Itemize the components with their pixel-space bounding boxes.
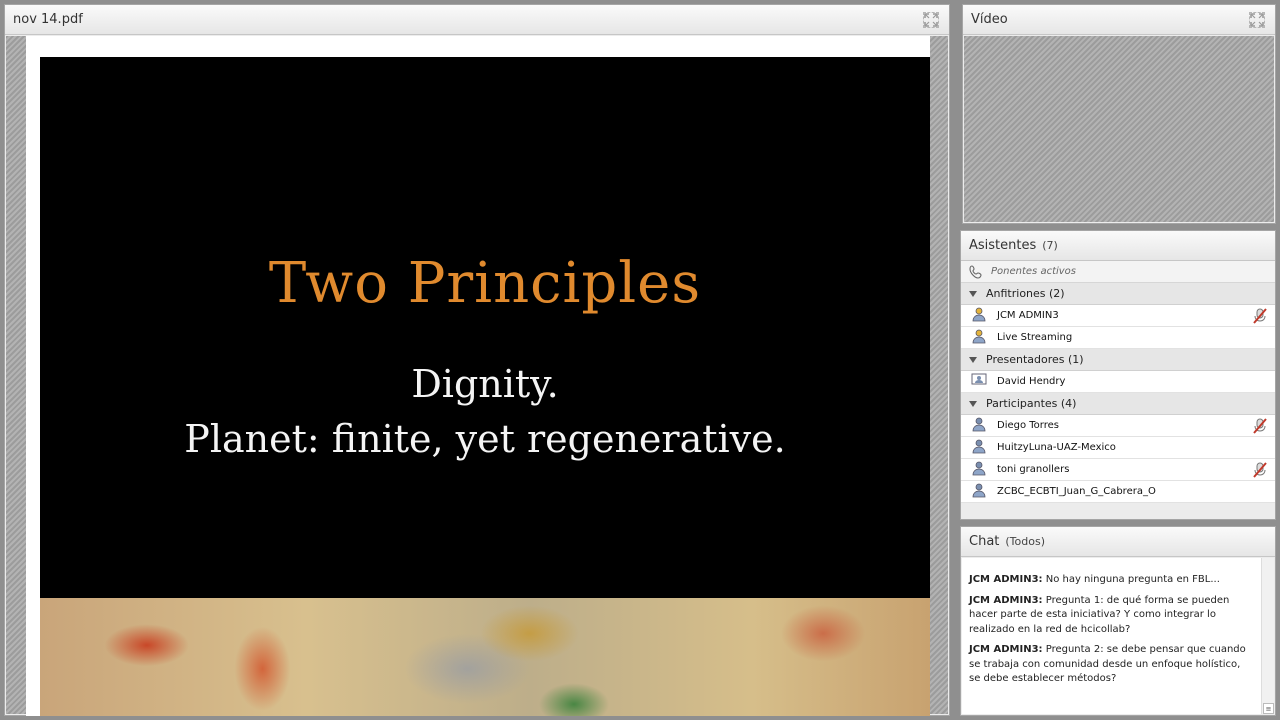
document-viewer[interactable]: Two Principles Dignity. Planet: finite, … (6, 36, 948, 716)
attendee-row[interactable]: HuitzyLuna-UAZ-Mexico (961, 437, 1275, 459)
video-area (964, 36, 1274, 222)
chat-scroll-button[interactable]: ≡ (1263, 703, 1274, 714)
attendee-name: HuitzyLuna-UAZ-Mexico (997, 442, 1116, 453)
chat-pod-header: Chat (Todos) (961, 527, 1275, 557)
chat-sender: JCM ADMIN3: (969, 594, 1043, 606)
active-speakers-label: Ponentes activos (991, 266, 1077, 277)
attendee-row[interactable]: Diego Torres (961, 415, 1275, 437)
fullscreen-icon[interactable] (1249, 12, 1265, 28)
chat-title: Chat (969, 534, 1000, 549)
video-pod: Vídeo (962, 4, 1276, 224)
participant-user-icon (971, 438, 997, 457)
chat-messages: JCM ADMIN3: No hay ninguna pregunta en F… (962, 558, 1261, 714)
attendee-group-label: Anfitriones (2) (986, 287, 1065, 300)
slide: Two Principles Dignity. Planet: finite, … (40, 57, 930, 716)
participant-user-icon (971, 460, 997, 479)
attendee-row[interactable]: toni granollers (961, 459, 1275, 481)
slide-title: Two Principles (268, 251, 702, 316)
attendees-count: (7) (1042, 239, 1058, 252)
host-user-icon (971, 328, 997, 347)
attendee-row[interactable]: David Hendry (961, 371, 1275, 393)
slide-text-line: Planet: finite, yet regenerative. (184, 417, 786, 461)
attendee-group-header[interactable]: Anfitriones (2) (961, 283, 1275, 305)
attendee-list: Anfitriones (2) JCM ADMIN3 Live Streaming P… (961, 283, 1275, 503)
slide-painting-image (40, 598, 930, 716)
attendee-group-label: Participantes (4) (986, 397, 1077, 410)
chat-text: No hay ninguna pregunta en FBL... (1045, 574, 1220, 585)
participant-user-icon (971, 482, 997, 501)
share-pod: nov 14.pdf Two Principles Dignity. Plane… (4, 4, 950, 716)
chat-message: JCM ADMIN3: No hay ninguna pregunta en F… (969, 573, 1253, 588)
attendee-group-header[interactable]: Presentadores (1) (961, 349, 1275, 371)
attendee-group-label: Presentadores (1) (986, 353, 1084, 366)
chat-scrollbar[interactable] (1261, 558, 1274, 714)
participant-user-icon (971, 416, 997, 435)
phone-icon (969, 264, 982, 279)
chat-message: JCM ADMIN3: Pregunta 2: se debe pensar q… (969, 643, 1253, 687)
attendee-name: toni granollers (997, 464, 1070, 475)
video-pod-header: Vídeo (963, 5, 1275, 35)
video-pod-title: Vídeo (971, 12, 1008, 27)
attendee-row[interactable]: Live Streaming (961, 327, 1275, 349)
collapse-triangle-icon[interactable] (969, 400, 977, 407)
chat-pod: Chat (Todos) JCM ADMIN3: No hay ninguna … (960, 526, 1276, 716)
attendee-row[interactable]: ZCBC_ECBTI_Juan_G_Cabrera_O (961, 481, 1275, 503)
share-pod-header: nov 14.pdf (5, 5, 949, 35)
attendees-title: Asistentes (969, 238, 1037, 253)
active-speakers-row: Ponentes activos (961, 261, 1275, 283)
share-pod-title: nov 14.pdf (13, 12, 83, 27)
chat-sender: JCM ADMIN3: (969, 574, 1043, 585)
attendee-row[interactable]: JCM ADMIN3 (961, 305, 1275, 327)
collapse-triangle-icon[interactable] (969, 356, 977, 363)
attendee-name: Diego Torres (997, 420, 1059, 431)
chat-sender: JCM ADMIN3: (969, 644, 1043, 655)
chat-scope[interactable]: (Todos) (1005, 535, 1045, 548)
attendee-name: Live Streaming (997, 332, 1073, 343)
attendee-name: David Hendry (997, 376, 1066, 387)
host-user-icon (971, 306, 997, 325)
attendee-group-header[interactable]: Participantes (4) (961, 393, 1275, 415)
attendees-pod: Asistentes (7) Ponentes activos Anfitrio… (960, 230, 1276, 520)
attendee-name: JCM ADMIN3 (997, 310, 1059, 321)
collapse-triangle-icon[interactable] (969, 290, 977, 297)
attendees-pod-header: Asistentes (7) (961, 231, 1275, 261)
presenter-user-icon (971, 372, 997, 391)
fullscreen-icon[interactable] (923, 12, 939, 28)
chat-message: JCM ADMIN3: Pregunta 1: de qué forma se … (969, 594, 1253, 638)
slide-text-line: Dignity. (411, 362, 559, 406)
pdf-page: Two Principles Dignity. Planet: finite, … (26, 36, 930, 716)
attendee-name: ZCBC_ECBTI_Juan_G_Cabrera_O (997, 486, 1156, 497)
